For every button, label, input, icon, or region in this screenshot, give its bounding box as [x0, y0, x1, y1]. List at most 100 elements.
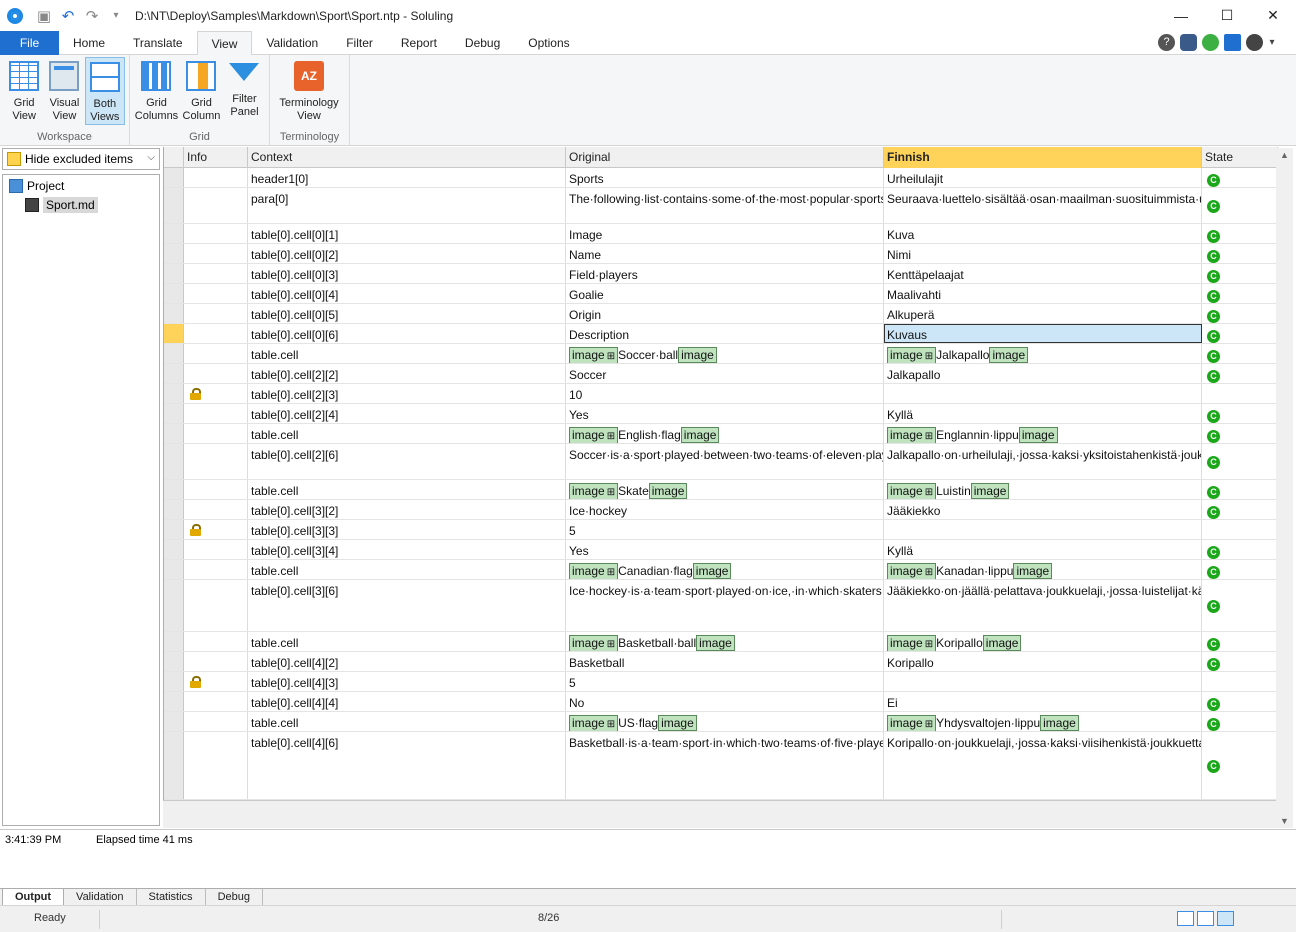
- row-header[interactable]: [164, 224, 184, 243]
- context-cell[interactable]: table[0].cell[0][6]: [248, 324, 566, 343]
- redo-icon[interactable]: ↷: [83, 7, 101, 25]
- finnish-cell[interactable]: imageJalkapalloimage: [884, 344, 1202, 363]
- state-cell[interactable]: C: [1202, 284, 1278, 303]
- context-cell[interactable]: table[0].cell[2][3]: [248, 384, 566, 403]
- visual-view-button[interactable]: Visual View: [44, 57, 84, 125]
- state-cell[interactable]: [1202, 520, 1278, 539]
- tab-statistics[interactable]: Statistics: [137, 889, 206, 906]
- table-row[interactable]: table[0].cell[3][4] Yes Kyllä C: [164, 540, 1278, 560]
- original-cell[interactable]: Yes: [566, 540, 884, 559]
- state-cell[interactable]: C: [1202, 712, 1278, 731]
- original-cell[interactable]: Origin: [566, 304, 884, 323]
- original-cell[interactable]: Name: [566, 244, 884, 263]
- state-cell[interactable]: C: [1202, 632, 1278, 651]
- menu-view[interactable]: View: [196, 31, 253, 56]
- context-cell[interactable]: table[0].cell[3][6]: [248, 580, 566, 631]
- original-cell[interactable]: imageUS·flagimage: [566, 712, 884, 731]
- original-cell[interactable]: 5: [566, 520, 884, 539]
- table-row[interactable]: table.cellimageSoccer·ballimageimageJalk…: [164, 344, 1278, 364]
- state-cell[interactable]: C: [1202, 224, 1278, 243]
- state-cell[interactable]: C: [1202, 480, 1278, 499]
- info-cell[interactable]: [184, 692, 248, 711]
- menu-options[interactable]: Options: [514, 31, 583, 55]
- table-row[interactable]: table[0].cell[4][2] Basketball Koripallo C: [164, 652, 1278, 672]
- info-cell[interactable]: [184, 224, 248, 243]
- state-cell[interactable]: [1202, 672, 1278, 691]
- row-header[interactable]: [164, 500, 184, 519]
- state-cell[interactable]: C: [1202, 732, 1278, 799]
- context-cell[interactable]: table.cell: [248, 424, 566, 443]
- tab-output[interactable]: Output: [2, 889, 65, 906]
- original-cell[interactable]: No: [566, 692, 884, 711]
- info-cell[interactable]: [184, 424, 248, 443]
- finnish-cell[interactable]: Ei: [884, 692, 1202, 711]
- state-cell[interactable]: C: [1202, 364, 1278, 383]
- menu-home[interactable]: Home: [59, 31, 119, 55]
- state-cell[interactable]: C: [1202, 692, 1278, 711]
- info-cell[interactable]: [184, 324, 248, 343]
- original-cell[interactable]: Yes: [566, 404, 884, 423]
- original-cell[interactable]: Basketball·is·a·team·sport·in·which·two·…: [566, 732, 884, 799]
- original-cell[interactable]: 5: [566, 672, 884, 691]
- info-cell[interactable]: [184, 168, 248, 187]
- info-cell[interactable]: [184, 652, 248, 671]
- table-row[interactable]: table[0].cell[2][4] Yes Kyllä C: [164, 404, 1278, 424]
- state-cell[interactable]: C: [1202, 444, 1278, 479]
- row-header[interactable]: [164, 520, 184, 539]
- context-cell[interactable]: table[0].cell[4][2]: [248, 652, 566, 671]
- finnish-cell[interactable]: Urheilulajit: [884, 168, 1202, 187]
- context-cell[interactable]: table.cell: [248, 560, 566, 579]
- finnish-cell[interactable]: imageLuistinimage: [884, 480, 1202, 499]
- bomb-icon[interactable]: [1246, 34, 1263, 51]
- grid-view-button[interactable]: Grid View: [4, 57, 44, 125]
- finnish-cell[interactable]: imageKoripalloimage: [884, 632, 1202, 651]
- row-header[interactable]: [164, 384, 184, 403]
- row-header[interactable]: [164, 284, 184, 303]
- finnish-cell[interactable]: [884, 520, 1202, 539]
- menu-translate[interactable]: Translate: [119, 31, 197, 55]
- row-header[interactable]: [164, 560, 184, 579]
- context-cell[interactable]: table[0].cell[2][6]: [248, 444, 566, 479]
- undo-icon[interactable]: ↶: [59, 7, 77, 25]
- ribbon-options-icon[interactable]: ▾: [1268, 34, 1276, 51]
- finnish-cell[interactable]: Maalivahti: [884, 284, 1202, 303]
- table-row[interactable]: table[0].cell[0][2] Name Nimi C: [164, 244, 1278, 264]
- state-cell[interactable]: C: [1202, 424, 1278, 443]
- original-cell[interactable]: Sports: [566, 168, 884, 187]
- finnish-cell[interactable]: imageKanadan·lippuimage: [884, 560, 1202, 579]
- context-cell[interactable]: table[0].cell[3][4]: [248, 540, 566, 559]
- finnish-cell[interactable]: Seuraava·luettelo·sisältää·osan·maailman…: [884, 188, 1202, 223]
- info-cell[interactable]: [184, 384, 248, 403]
- table-row[interactable]: table[0].cell[0][4] Goalie Maalivahti C: [164, 284, 1278, 304]
- original-cell[interactable]: The·following·list·contains·some·of·the·…: [566, 188, 884, 223]
- table-row[interactable]: table[0].cell[2][6] Soccer·is·a·sport·pla…: [164, 444, 1278, 480]
- context-cell[interactable]: para[0]: [248, 188, 566, 223]
- row-header[interactable]: [164, 632, 184, 651]
- table-row[interactable]: table.cellimageBasketball·ballimageimage…: [164, 632, 1278, 652]
- finnish-cell[interactable]: [884, 384, 1202, 403]
- table-row[interactable]: table[0].cell[2][3] 10: [164, 384, 1278, 404]
- row-header[interactable]: [164, 692, 184, 711]
- tab-debug[interactable]: Debug: [206, 889, 263, 906]
- table-row[interactable]: table[0].cell[0][5] Origin Alkuperä C: [164, 304, 1278, 324]
- info-cell[interactable]: [184, 632, 248, 651]
- table-row[interactable]: table.cellimageUS·flagimageimageYhdysval…: [164, 712, 1278, 732]
- finnish-cell[interactable]: Jääkiekko: [884, 500, 1202, 519]
- finnish-cell[interactable]: imageYhdysvaltojen·lippuimage: [884, 712, 1202, 731]
- finnish-cell[interactable]: Kenttäpelaajat: [884, 264, 1202, 283]
- status-grid-view-icon[interactable]: [1177, 911, 1194, 926]
- info-cell[interactable]: [184, 732, 248, 799]
- original-cell[interactable]: Basketball: [566, 652, 884, 671]
- context-cell[interactable]: table[0].cell[2][4]: [248, 404, 566, 423]
- table-row[interactable]: header1[0] Sports Urheilulajit C: [164, 168, 1278, 188]
- row-header[interactable]: [164, 444, 184, 479]
- original-cell[interactable]: Ice·hockey: [566, 500, 884, 519]
- lightbulb-icon[interactable]: [1202, 34, 1219, 51]
- monitor-icon[interactable]: [1224, 34, 1241, 51]
- finnish-cell[interactable]: Kuvaus: [884, 324, 1202, 343]
- column-header-finnish[interactable]: Finnish: [884, 147, 1202, 168]
- row-header[interactable]: [164, 344, 184, 363]
- scroll-down-icon[interactable]: ▼: [1280, 816, 1289, 826]
- original-cell[interactable]: Field·players: [566, 264, 884, 283]
- table-row[interactable]: table[0].cell[4][3] 5: [164, 672, 1278, 692]
